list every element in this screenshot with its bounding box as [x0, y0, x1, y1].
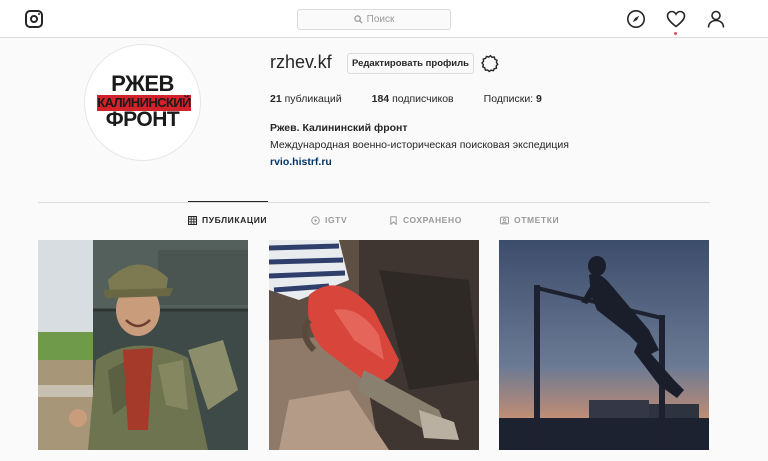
settings-gear-icon[interactable]: [481, 54, 500, 73]
silhouette-on-bar-photo: [499, 240, 709, 450]
profile-username: rzhev.kf: [270, 52, 332, 72]
followers-label: подписчиков: [392, 93, 454, 105]
avatar-logo-line3: ФРОНТ: [105, 108, 180, 131]
notification-dot: [674, 32, 677, 35]
posts-count: 21: [270, 93, 282, 105]
posts-label: публикаций: [284, 93, 342, 105]
search-icon: [353, 15, 363, 24]
profile-stats: 21 публикаций 184 подписчиков Подписки: …: [270, 93, 572, 105]
tab-tagged[interactable]: ОТМЕТКИ: [500, 215, 559, 225]
tabs-divider: [38, 202, 710, 203]
tab-tagged-label: ОТМЕТКИ: [514, 215, 560, 225]
posts-count-stat: 21 публикаций: [270, 93, 342, 105]
gloved-hand-digging-photo: [269, 240, 479, 450]
tab-igtv-label: IGTV: [325, 215, 348, 225]
search-placeholder: Поиск: [366, 14, 395, 25]
tab-posts-label: ПУБЛИКАЦИИ: [202, 215, 268, 225]
avatar-logo-line1: РЖЕВ: [111, 71, 174, 96]
tab-saved-label: СОХРАНЕНО: [403, 215, 462, 225]
profile-bio: Международная военно-историческая поиско…: [270, 139, 569, 151]
compass-icon[interactable]: [626, 9, 646, 29]
edit-profile-button[interactable]: Редактировать профиль: [347, 53, 474, 74]
post-thumbnail[interactable]: [269, 240, 479, 450]
profile-avatar[interactable]: РЖЕВ КАЛИНИНСКИЙ ФРОНТ: [84, 44, 201, 161]
active-tab-indicator: [188, 201, 268, 202]
profile-website-link[interactable]: rvio.histrf.ru: [270, 156, 332, 168]
tab-igtv[interactable]: IGTV: [311, 215, 347, 225]
soldier-smiling-photo: [38, 240, 248, 450]
following-count: 9: [536, 93, 542, 105]
following-label: Подписки:: [483, 93, 534, 105]
followers-count-stat[interactable]: 184 подписчиков: [372, 93, 454, 105]
igtv-icon: [311, 215, 320, 225]
followers-count: 184: [371, 93, 390, 105]
post-thumbnail[interactable]: [499, 240, 709, 450]
search-input[interactable]: Поиск: [297, 9, 451, 30]
post-thumbnail[interactable]: [38, 240, 248, 450]
following-count-stat[interactable]: Подписки: 9: [484, 93, 542, 105]
instagram-icon[interactable]: [25, 10, 43, 28]
bookmark-icon: [390, 215, 397, 225]
tab-posts[interactable]: ПУБЛИКАЦИИ: [188, 215, 267, 225]
grid-icon: [188, 215, 197, 225]
user-icon[interactable]: [706, 9, 726, 29]
heart-icon[interactable]: [666, 9, 686, 29]
top-nav-bar: Поиск: [0, 0, 768, 38]
tagged-icon: [500, 216, 509, 224]
tab-saved[interactable]: СОХРАНЕНО: [389, 215, 462, 225]
profile-full-name: Ржев. Калининский фронт: [270, 122, 408, 134]
